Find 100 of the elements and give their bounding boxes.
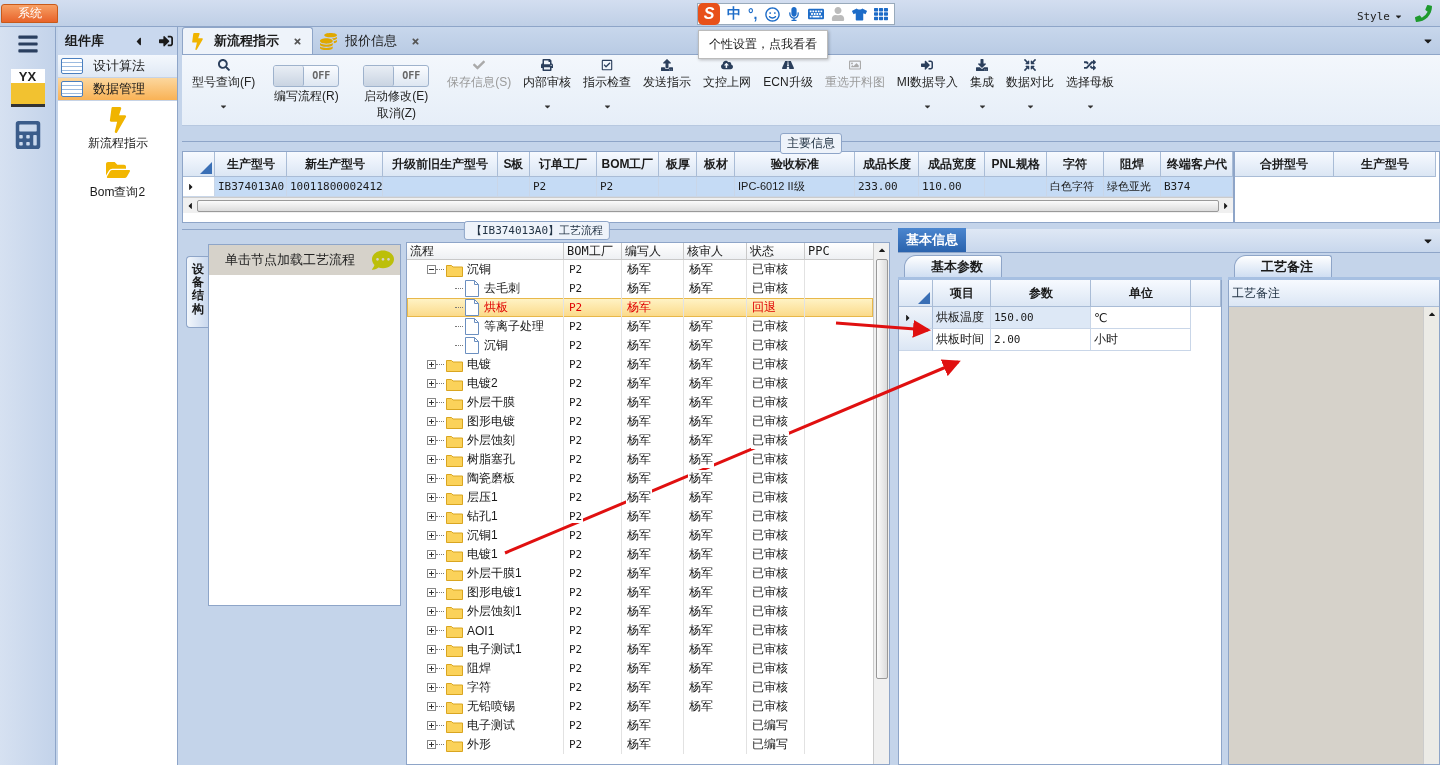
tree-row[interactable]: 烘板 P2 杨军 回退	[407, 298, 873, 317]
tree-row[interactable]: 外层干膜1 P2 杨军 杨军 已审核	[407, 564, 873, 583]
component-list-item[interactable]: 数据管理	[58, 78, 177, 101]
toggle-switch[interactable]: OFF	[363, 65, 430, 87]
shortcut-label[interactable]: Bom查询2	[89, 184, 146, 201]
plus-box-icon[interactable]	[427, 607, 436, 616]
column-header[interactable]: BOM工厂	[597, 152, 659, 177]
plus-box-icon[interactable]	[427, 512, 436, 521]
vertical-scrollbar[interactable]	[873, 243, 889, 764]
plus-box-icon[interactable]	[427, 360, 436, 369]
column-header[interactable]: 订单工厂	[530, 152, 597, 177]
column-header[interactable]: 成品长度	[855, 152, 919, 177]
tree-row[interactable]: 无铅喷锡 P2 杨军 杨军 已审核	[407, 697, 873, 716]
column-header[interactable]: BOM工厂	[564, 243, 622, 260]
tree-row[interactable]: 外层干膜 P2 杨军 杨军 已审核	[407, 393, 873, 412]
horizontal-scrollbar[interactable]	[183, 197, 1233, 213]
tree-row[interactable]: 外形 P2 杨军 已编写	[407, 735, 873, 754]
column-header[interactable]: 板材	[697, 152, 735, 177]
shirt-icon[interactable]	[851, 6, 867, 22]
scroll-thumb[interactable]	[197, 199, 1219, 212]
plus-box-icon[interactable]	[427, 474, 436, 483]
tree-row[interactable]: 阻焊 P2 杨军 杨军 已审核	[407, 659, 873, 678]
tree-row[interactable]: 外层蚀刻 P2 杨军 杨军 已审核	[407, 431, 873, 450]
menu-icon[interactable]	[16, 33, 39, 55]
tree-row[interactable]: 图形电镀 P2 杨军 杨军 已审核	[407, 412, 873, 431]
tree-row[interactable]: 树脂塞孔 P2 杨军 杨军 已审核	[407, 450, 873, 469]
toolbar-button[interactable]: 文控上网	[697, 57, 758, 123]
tree-row[interactable]: 陶瓷磨板 P2 杨军 杨军 已审核	[407, 469, 873, 488]
column-header[interactable]: 项目	[933, 280, 991, 307]
calculator-icon[interactable]	[13, 121, 42, 149]
toolbar-button[interactable]: 指示检查	[577, 57, 638, 123]
column-header[interactable]: PPC	[805, 243, 873, 260]
toolbar-button[interactable]: ECN升级	[757, 57, 819, 123]
scroll-thumb[interactable]	[875, 259, 888, 679]
document-tab[interactable]: 报价信息	[313, 27, 431, 54]
plus-box-icon[interactable]	[427, 626, 436, 635]
component-list-item[interactable]: 设计算法	[58, 55, 177, 78]
plus-box-icon[interactable]	[427, 398, 436, 407]
toolbar-button[interactable]: 集成	[964, 57, 1000, 123]
toolbar-button[interactable]: 型号查询(F)	[186, 57, 262, 123]
ime-mode-button[interactable]: 中	[727, 5, 741, 23]
tree-row[interactable]: 等离子处理 P2 杨军 杨军 已审核	[407, 317, 873, 336]
factory-logo[interactable]: YX	[10, 69, 45, 107]
vertical-scrollbar[interactable]	[1423, 307, 1439, 764]
plus-box-icon[interactable]	[427, 645, 436, 654]
shortcut-label[interactable]: 新流程指示	[87, 135, 148, 152]
toolbar-button[interactable]: 选择母板	[1060, 57, 1120, 123]
grid-icon[interactable]	[873, 7, 888, 21]
column-header[interactable]: 字符	[1047, 152, 1104, 177]
plus-box-icon[interactable]	[427, 455, 436, 464]
tree-row[interactable]: 沉铜 P2 杨军 杨军 已审核	[407, 336, 873, 355]
column-header[interactable]: 新生产型号	[287, 152, 383, 177]
column-header[interactable]: 验收标准	[735, 152, 855, 177]
toolbar-button[interactable]: 发送指示	[637, 57, 698, 123]
toolbar-button[interactable]: 内部审核	[517, 57, 578, 123]
tree-row[interactable]: 沉铜 P2 杨军 杨军 已审核	[407, 260, 873, 279]
plus-box-icon[interactable]	[427, 531, 436, 540]
column-header[interactable]: 核审人	[684, 243, 747, 260]
tree-row[interactable]: 层压1 P2 杨军 杨军 已审核	[407, 488, 873, 507]
keyboard-icon[interactable]	[807, 6, 824, 22]
microphone-icon[interactable]	[786, 7, 801, 21]
column-header[interactable]: 阻焊	[1104, 152, 1161, 177]
close-icon[interactable]	[411, 36, 420, 46]
column-header[interactable]: S板	[498, 152, 530, 177]
plus-box-icon[interactable]	[427, 740, 436, 749]
side-tab[interactable]: 设备结构	[186, 256, 208, 328]
style-menu[interactable]: Style	[1356, 10, 1403, 23]
column-header[interactable]: 单位	[1091, 280, 1191, 307]
plus-box-icon[interactable]	[427, 702, 436, 711]
plus-box-icon[interactable]	[427, 379, 436, 388]
close-icon[interactable]	[293, 36, 302, 46]
plus-box-icon[interactable]	[427, 664, 436, 673]
tree-row[interactable]: 电镀1 P2 杨军 杨军 已审核	[407, 545, 873, 564]
column-header[interactable]: PNL规格	[985, 152, 1047, 177]
tree-row[interactable]: 电子测试1 P2 杨军 杨军 已审核	[407, 640, 873, 659]
plus-box-icon[interactable]	[427, 493, 436, 502]
toggle-switch[interactable]: OFF	[273, 65, 340, 87]
sign-in-icon[interactable]	[159, 34, 173, 48]
column-header[interactable]: 合拼型号	[1235, 152, 1334, 177]
toolbar-button[interactable]: 数据对比	[1000, 57, 1060, 123]
column-header[interactable]: 参数	[991, 280, 1091, 307]
tree-row[interactable]: 沉铜1 P2 杨军 杨军 已审核	[407, 526, 873, 545]
sub-tab[interactable]: 基本参数	[904, 255, 1002, 277]
phone-icon[interactable]	[1415, 5, 1432, 22]
minus-box-icon[interactable]	[427, 265, 436, 274]
tree-row[interactable]: 图形电镀1 P2 杨军 杨军 已审核	[407, 583, 873, 602]
tree-row[interactable]: 电子测试 P2 杨军 已编写	[407, 716, 873, 735]
tree-row[interactable]: AOI1 P2 杨军 杨军 已审核	[407, 621, 873, 640]
tree-row[interactable]: 电镀 P2 杨军 杨军 已审核	[407, 355, 873, 374]
column-header[interactable]: 生产型号	[215, 152, 287, 177]
punctuation-button[interactable]: °,	[748, 6, 758, 22]
document-tab[interactable]: 新流程指示	[182, 27, 313, 54]
column-header[interactable]: 流程	[407, 243, 564, 260]
column-header[interactable]: 终端客户代	[1161, 152, 1233, 177]
tree-row[interactable]: 电镀2 P2 杨军 杨军 已审核	[407, 374, 873, 393]
plus-box-icon[interactable]	[427, 721, 436, 730]
ime-logo[interactable]: S	[698, 3, 720, 25]
plus-box-icon[interactable]	[427, 569, 436, 578]
tree-row[interactable]: 钻孔1 P2 杨军 杨军 已审核	[407, 507, 873, 526]
column-header[interactable]: 成品宽度	[919, 152, 985, 177]
